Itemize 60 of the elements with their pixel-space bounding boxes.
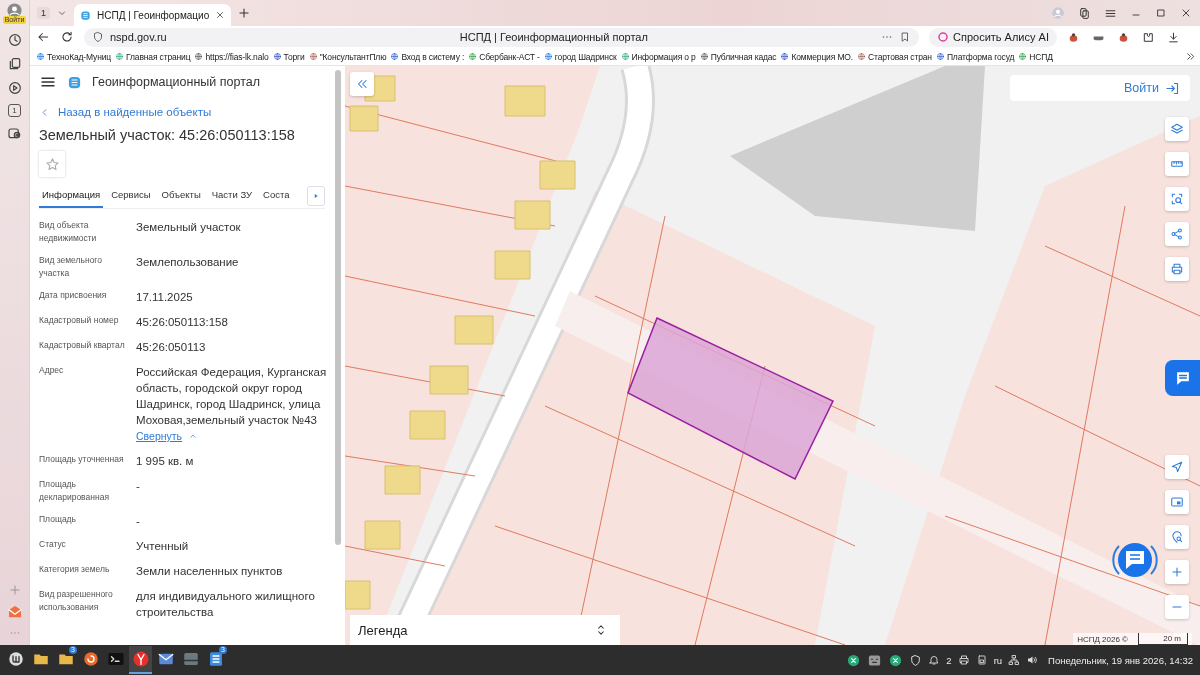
bookmark[interactable]: Главная страниц — [115, 51, 191, 62]
info-tab[interactable]: Сервисы — [108, 183, 154, 208]
field-value: 1 995 кв. м — [136, 454, 194, 469]
bookmark[interactable]: Платформа госуд — [935, 51, 1015, 62]
field-value: 45:26:050113:158 — [136, 315, 228, 330]
browser-tab[interactable]: НСПД | Геоинформацио — [74, 4, 232, 26]
tab-counter[interactable]: 1 — [37, 7, 50, 19]
keyboard-layout[interactable]: ru — [993, 654, 1003, 666]
collapse-link[interactable]: Свернуть — [136, 428, 199, 444]
legend-dropdown[interactable]: Легенда — [350, 615, 620, 645]
address-bar[interactable]: nspd.gov.ru НСПД | Геоинформационный портал — [84, 27, 919, 47]
field-value: Земельный участок — [136, 220, 241, 235]
field-value: - — [136, 514, 140, 529]
info-tab[interactable]: Объекты — [158, 183, 204, 208]
bookmark[interactable]: Информация о р — [620, 51, 696, 62]
bookmark[interactable]: Торги — [272, 51, 305, 62]
login-button[interactable]: Войти — [1010, 75, 1190, 101]
field-label: Статус — [39, 538, 67, 551]
bookmark[interactable]: Стартовая стран — [857, 51, 932, 62]
field-label: Вид объекта недвижимости — [39, 219, 98, 245]
field-value: - — [136, 479, 140, 494]
object-heading: Земельный участок: 45:26:050113:158 — [39, 127, 296, 143]
portal-title: Геоинформационный портал — [92, 75, 261, 89]
field-value: Земли населенных пунктов — [136, 564, 283, 579]
bookmark[interactable]: Публичная кадас — [699, 51, 777, 62]
attribution: НСПД 2026 © — [1077, 633, 1128, 645]
field-label: Кадастровый номер — [39, 314, 120, 327]
field-label: Площадь уточненная — [39, 453, 125, 466]
field-value: Учтенный — [136, 539, 189, 554]
bookmark[interactable]: ТехноКад-Муниц — [36, 51, 112, 62]
bookmark[interactable]: НСПД — [1018, 51, 1053, 62]
bookmark[interactable]: "КонсультантПлю — [308, 51, 387, 62]
bookmark[interactable]: город Шадринск — [543, 51, 617, 62]
alice-button[interactable]: Спросить Алису AI — [929, 27, 1057, 47]
back-link[interactable]: Назад в найденные объекты — [39, 106, 212, 118]
url-text: nspd.gov.ru — [110, 31, 167, 43]
field-value: для индивидуального жилищного строительства — [136, 589, 316, 620]
field-label: Адрес — [39, 364, 65, 377]
field-value: Российская Федерация, Курганская область, городской округ город Шадринск, город Шадринск, улица Моховая,земельный участок №43 — [136, 365, 328, 428]
field-value: 45:26:050113 — [136, 340, 206, 355]
bookmark[interactable]: https://fias-lk.nalo — [194, 51, 269, 62]
info-tab[interactable]: Части ЗУ — [208, 183, 256, 208]
bookmark[interactable]: Вход в систему : — [390, 51, 465, 62]
info-tab[interactable]: Информация — [39, 183, 104, 208]
workspace-counter[interactable]: 1 — [8, 104, 21, 117]
page-title: НСПД | Геоинформационный портал — [458, 31, 648, 43]
field-label: Вид земельного участка — [39, 254, 103, 280]
field-value: Землепользование — [136, 255, 239, 270]
field-value: 17.11.2025 — [136, 290, 193, 305]
field-label: Площадь — [39, 513, 77, 526]
field-label: Площадь декларированная — [39, 478, 110, 504]
bookmark[interactable]: Коммерция МО. — [780, 51, 853, 62]
field-label: Категория земель — [39, 563, 111, 576]
field-label: Вид разрешенного использования — [39, 588, 114, 614]
field-label: Дата присвоения — [39, 289, 108, 302]
info-tab[interactable]: Соста — [260, 183, 293, 208]
bookmark[interactable]: Сбербанк-АСТ - — [468, 51, 540, 62]
clock[interactable]: Понедельник, 19 янв 2026, 14:32 — [1048, 654, 1193, 666]
notification-count: 2 — [946, 654, 952, 666]
field-label: Кадастровый квартал — [39, 339, 126, 352]
